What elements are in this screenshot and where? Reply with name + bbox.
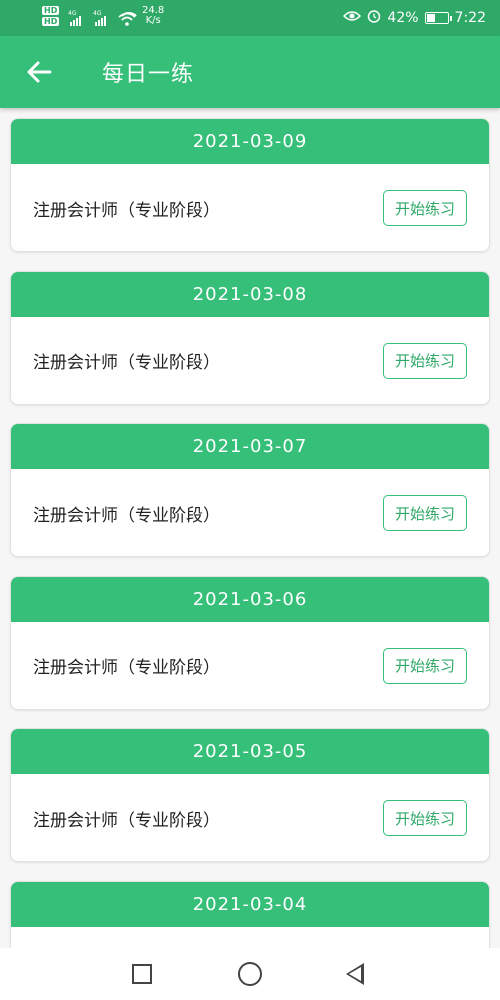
practice-card: 2021-03-05 注册会计师（专业阶段） 开始练习	[10, 728, 490, 862]
exam-title: 注册会计师（专业阶段）	[33, 810, 220, 831]
status-bar: HD HD 4G 4G 24.8 K/s 42% 7:22	[0, 0, 500, 36]
hd-indicators: HD HD	[42, 6, 60, 26]
start-practice-button[interactable]: 开始练习	[383, 647, 467, 684]
arrow-left-icon[interactable]	[12, 45, 66, 99]
exam-title: 注册会计师（专业阶段）	[33, 353, 220, 373]
signal-icon: 4G	[68, 10, 81, 26]
start-practice-button[interactable]: 开始练习	[383, 190, 467, 226]
card-date: 2021-03-07	[11, 424, 489, 469]
eye-icon	[343, 10, 362, 26]
practice-card: 2021-03-07 注册会计师（专业阶段） 开始练习	[10, 423, 490, 557]
battery-percent: 42%	[387, 10, 419, 26]
card-date: 2021-03-08	[11, 271, 489, 317]
start-practice-button[interactable]: 开始练习	[383, 800, 467, 836]
practice-card: 2021-03-09 注册会计师（专业阶段） 开始练习	[10, 118, 490, 252]
alarm-icon	[367, 9, 381, 27]
signal-icon: 4G	[93, 10, 106, 26]
practice-list[interactable]: 2021-03-09 注册会计师（专业阶段） 开始练习 2021-03-08 注册会计师…	[0, 108, 500, 948]
practice-card: 2021-03-04注册会计师（专业阶段）开始练习	[10, 880, 490, 949]
app-bar: 每日一练	[0, 36, 500, 108]
card-date: 2021-03-05	[11, 729, 489, 774]
hd-badge: HD	[42, 17, 60, 26]
card-date: 2021-03-06	[11, 576, 489, 622]
card-body: 注册会计师（专业阶段） 开始练习	[11, 774, 489, 861]
exam-title: 注册会计师（专业阶段）	[33, 658, 220, 678]
card-body: 注册会计师（专业阶段） 开始练习	[11, 164, 489, 251]
practice-card: 2021-03-08 注册会计师（专业阶段） 开始练习	[10, 270, 490, 405]
battery-icon	[424, 12, 452, 24]
page-title: 每日一练	[102, 62, 195, 87]
card-body: 注册会计师（专业阶段） 开始练习	[11, 622, 489, 709]
card-body: 注册会计师（专业阶段） 开始练习	[11, 317, 489, 404]
card-body: 注册会计师（专业阶段）开始练习	[11, 927, 489, 949]
network-speed: 24.8 K/s	[142, 5, 165, 26]
home-button[interactable]	[238, 962, 262, 986]
clock: 7:22	[454, 10, 486, 26]
wifi-icon	[118, 12, 140, 26]
exam-title: 注册会计师（专业阶段）	[33, 505, 220, 526]
practice-card: 2021-03-06 注册会计师（专业阶段） 开始练习	[10, 575, 490, 710]
system-nav-bar	[0, 948, 500, 1000]
back-button[interactable]	[346, 963, 364, 985]
card-date: 2021-03-09	[11, 119, 489, 164]
hd-badge: HD	[42, 6, 60, 15]
exam-title: 注册会计师（专业阶段）	[33, 200, 220, 221]
card-date: 2021-03-04	[11, 881, 489, 927]
card-body: 注册会计师（专业阶段） 开始练习	[11, 469, 489, 556]
start-practice-button[interactable]: 开始练习	[383, 342, 467, 379]
start-practice-button[interactable]: 开始练习	[383, 495, 467, 531]
recents-button[interactable]	[132, 964, 152, 984]
